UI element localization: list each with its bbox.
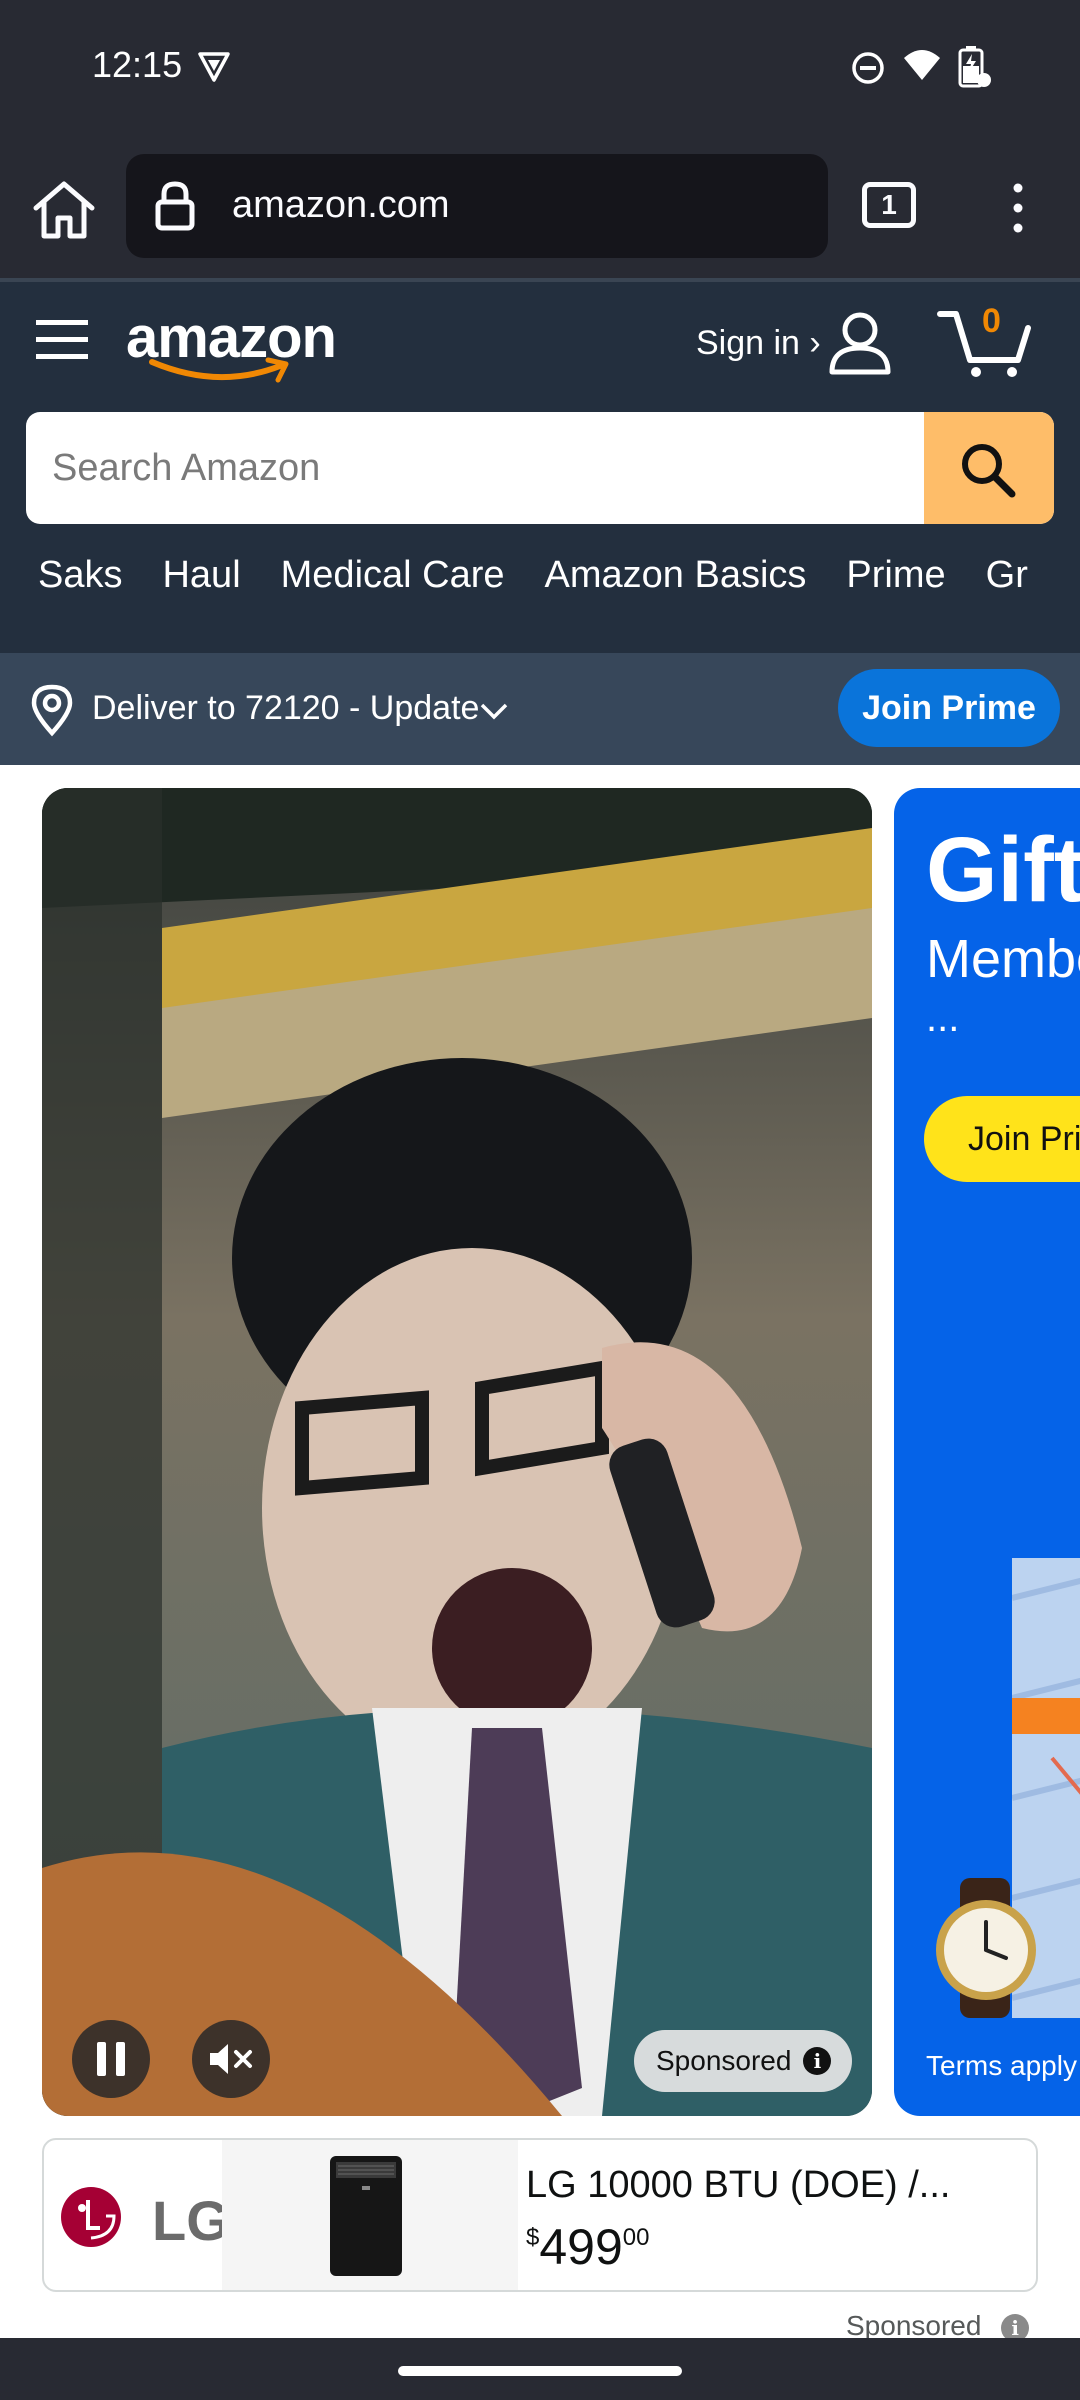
nav-link-gr[interactable]: Gr — [986, 554, 1028, 597]
lg-brand-text: LG — [152, 2189, 230, 2252]
price-fraction: 00 — [622, 2224, 650, 2251]
nav-link-saks[interactable]: Saks — [38, 554, 122, 597]
terms-apply-text: Terms apply — [926, 2050, 1077, 2081]
sponsored-label: Sponsored — [656, 2045, 792, 2076]
muted-speaker-icon — [210, 2044, 252, 2074]
do-not-disturb-icon — [852, 52, 884, 84]
lock-icon — [155, 181, 195, 231]
nav-link-amazon-basics[interactable]: Amazon Basics — [545, 554, 807, 597]
pause-icon — [97, 2042, 125, 2076]
pause-button[interactable] — [72, 2020, 150, 2098]
home-icon[interactable] — [30, 178, 98, 242]
gift-join-prime-button[interactable]: Join Pri — [924, 1096, 1080, 1182]
sponsored-badge[interactable]: Sponsored i — [634, 2030, 852, 2092]
nav-link-medical-care[interactable]: Medical Care — [281, 554, 505, 597]
search-icon — [962, 444, 1016, 498]
gift-ellipsis: ... — [926, 996, 960, 1040]
video-frame-image — [42, 788, 872, 2116]
tabs-button[interactable]: 1 — [862, 182, 916, 228]
status-bar: 12:15 — [0, 0, 1080, 140]
product-ad-banner[interactable]: LG LG 10000 BTU (DOE) /... $49900 — [42, 2138, 1038, 2292]
account-icon[interactable] — [826, 310, 894, 376]
system-nav-bar — [0, 2338, 1080, 2400]
info-icon: i — [803, 2047, 832, 2075]
browser-toolbar: amazon.com 1 — [0, 140, 1080, 278]
amazon-logo[interactable]: amazon — [126, 304, 337, 384]
video-ad-card[interactable]: Sponsored i — [42, 788, 872, 2116]
search-button[interactable] — [924, 412, 1054, 524]
price-whole: 499 — [539, 2219, 623, 2275]
url-text: amazon.com — [232, 184, 450, 226]
sponsored-footer-label: Sponsored — [846, 2310, 982, 2341]
search-bar — [26, 412, 1054, 524]
air-conditioner-image — [330, 2156, 402, 2276]
location-pin-icon — [31, 684, 73, 737]
sign-in-link[interactable]: Sign in › — [696, 324, 821, 363]
vpn-icon — [198, 52, 230, 82]
gift-promo-card[interactable]: Gift Membe ... Join Pri Terms apply — [894, 788, 1080, 2116]
lg-face-icon — [61, 2187, 121, 2247]
nav-link-prime[interactable]: Prime — [846, 554, 945, 597]
watch-image — [936, 1878, 1036, 2018]
url-bar[interactable]: amazon.com — [126, 154, 828, 258]
logo-smile-icon — [149, 357, 289, 383]
product-price: $49900 — [526, 2218, 650, 2276]
delivery-bar: Deliver to 72120 - Update Join Prime — [0, 653, 1080, 765]
more-vertical-icon[interactable] — [1000, 180, 1036, 236]
status-time: 12:15 — [92, 44, 183, 85]
product-title[interactable]: LG 10000 BTU (DOE) /... — [526, 2164, 950, 2207]
join-prime-button[interactable]: Join Prime — [838, 669, 1060, 747]
nav-link-haul[interactable]: Haul — [162, 554, 240, 597]
hamburger-menu-icon[interactable] — [36, 316, 88, 364]
gift-title: Gift — [926, 819, 1080, 921]
search-input[interactable] — [26, 412, 926, 524]
deliver-to-link[interactable]: Deliver to 72120 - Update — [92, 689, 479, 728]
price-symbol: $ — [526, 2224, 540, 2251]
unmute-button[interactable] — [192, 2020, 270, 2098]
amazon-header: amazon Sign in › 0 Saks Haul Medical Care A… — [0, 278, 1080, 653]
home-gesture-handle[interactable] — [398, 2366, 682, 2376]
cart-count-badge: 0 — [982, 302, 1001, 340]
category-nav: Saks Haul Medical Care Amazon Basics Prime Gr — [0, 554, 1028, 614]
wifi-icon — [904, 50, 940, 80]
lg-logo: LG — [60, 2182, 230, 2252]
gift-subtitle: Membe — [926, 929, 1080, 989]
product-image-area — [222, 2140, 518, 2290]
chevron-down-icon — [480, 703, 508, 720]
battery-icon — [958, 46, 991, 88]
